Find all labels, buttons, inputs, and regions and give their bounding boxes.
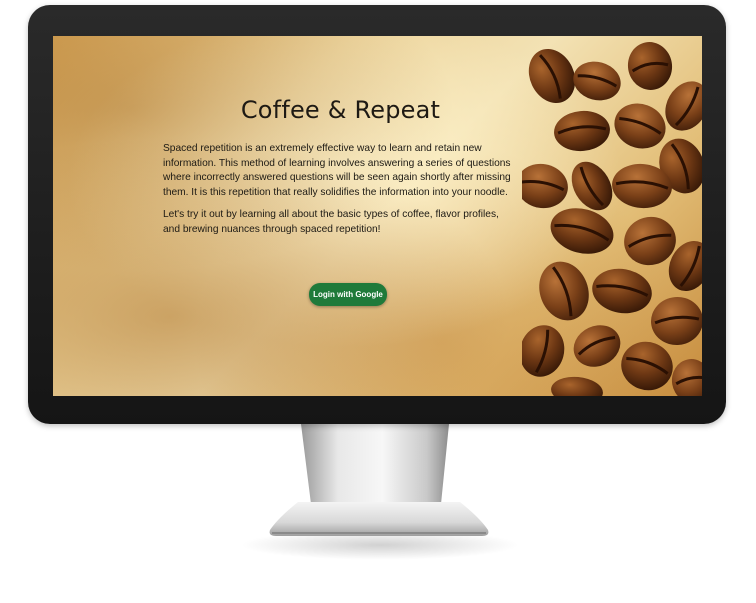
monitor-stand-base: [269, 502, 489, 536]
cta-paragraph: Let's try it out by learning all about t…: [163, 209, 499, 235]
intro-paragraph: Spaced repetition is an extremely effect…: [163, 143, 511, 198]
monitor-mockup: Coffee & Repeat Spaced repetition is an …: [0, 0, 756, 603]
page-title: Coffee & Repeat: [240, 96, 441, 124]
app-screen: Coffee & Repeat Spaced repetition is an …: [53, 36, 702, 396]
intro-section: Coffee & Repeat Spaced repetition is an …: [163, 96, 518, 246]
login-with-google-button[interactable]: Login with Google: [309, 283, 387, 306]
coffee-beans-image: [522, 42, 702, 396]
